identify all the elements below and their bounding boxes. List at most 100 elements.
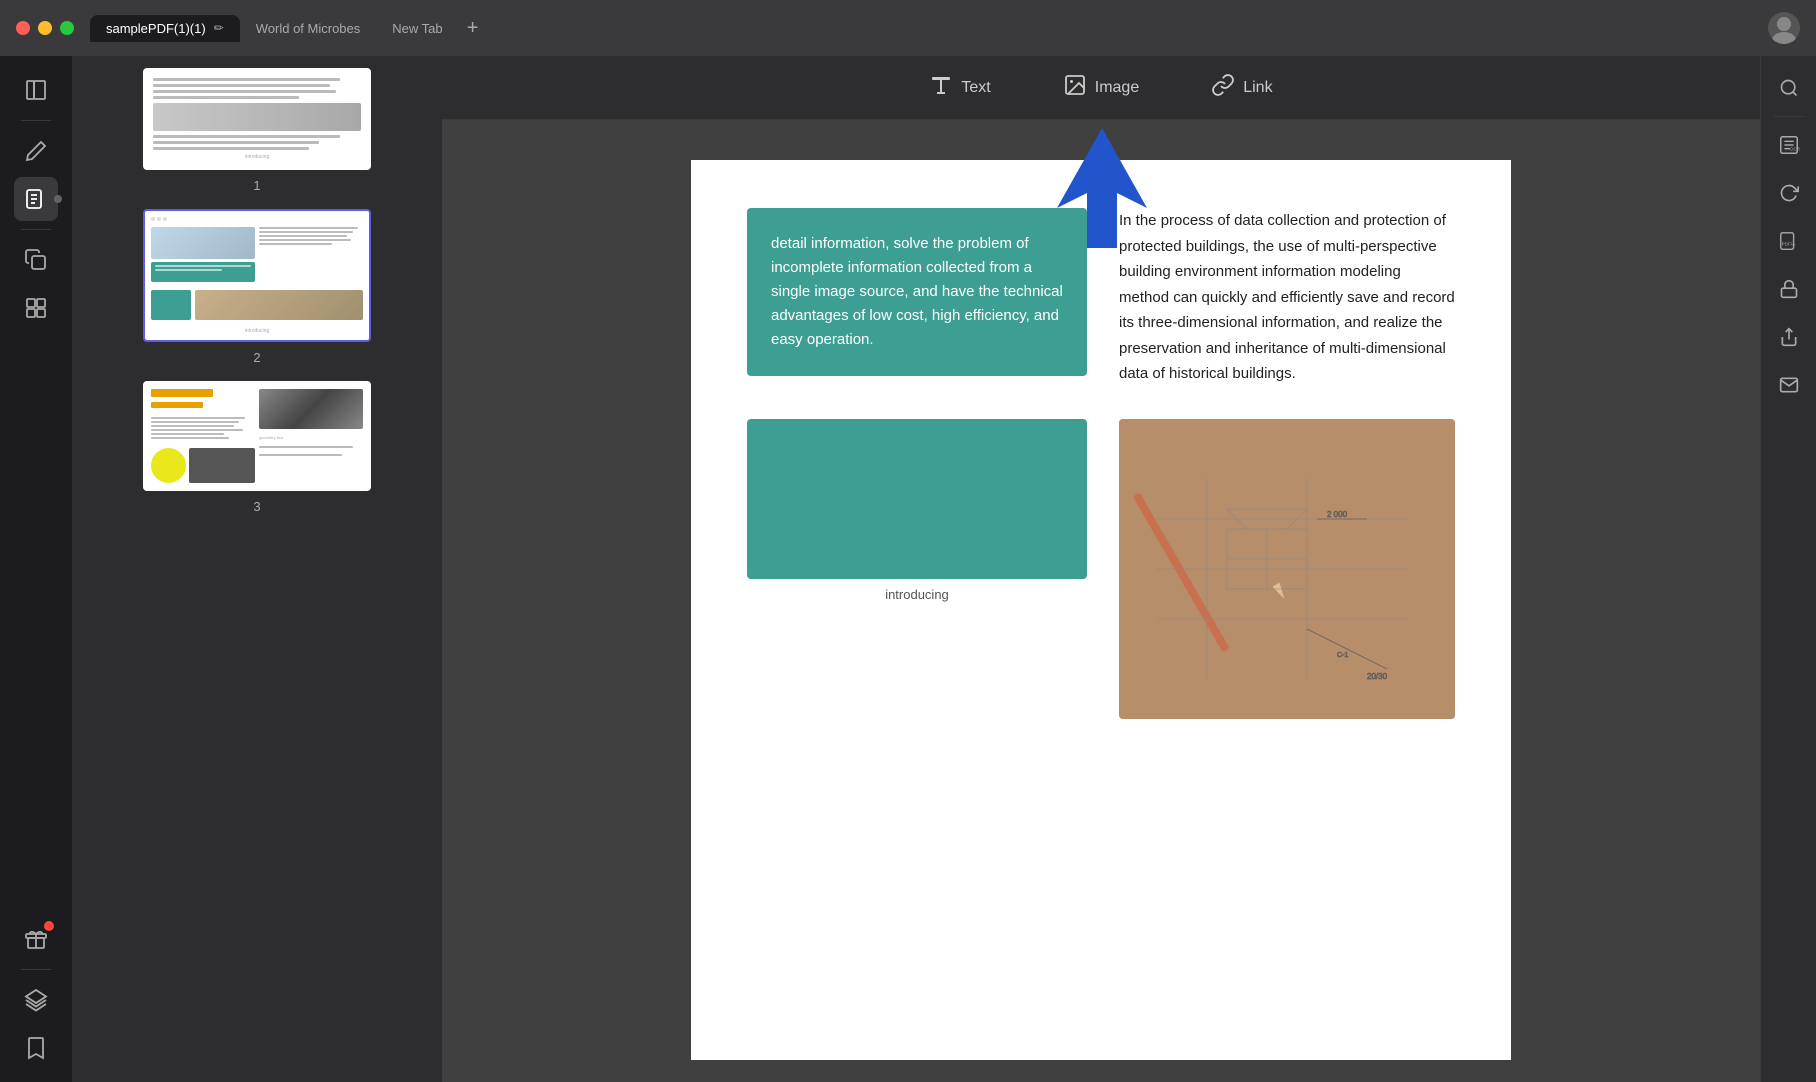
thumb-line — [259, 454, 342, 456]
title-bar: samplePDF(1)(1) ✏ World of Microbes New … — [0, 0, 1816, 56]
thumb-line — [153, 135, 340, 138]
svg-text:2 000: 2 000 — [1327, 510, 1348, 519]
rt-mail-button[interactable] — [1769, 365, 1809, 405]
pdf-page: detail information, solve the problem of… — [691, 160, 1511, 1060]
page-top-section: detail information, solve the problem of… — [747, 208, 1455, 387]
thumb-arch — [195, 290, 363, 320]
thumbnail-frame-2[interactable]: introducing — [143, 209, 371, 342]
sidebar-item-grid[interactable] — [14, 286, 58, 330]
link-button[interactable]: Link — [1191, 65, 1292, 111]
close-button[interactable] — [16, 21, 30, 35]
rt-pdf-a-button[interactable]: PDF/A — [1769, 221, 1809, 261]
sidebar — [0, 56, 72, 1082]
tab-new-label: New Tab — [392, 21, 442, 36]
sidebar-item-pen[interactable] — [14, 129, 58, 173]
thumb-text-block — [259, 227, 363, 245]
thumb-line — [259, 446, 353, 448]
thumb-teal — [151, 262, 255, 282]
sidebar-item-bookmark[interactable] — [14, 1026, 58, 1070]
info-text: In the process of data collection and pr… — [1119, 208, 1455, 387]
teal-content-box: detail information, solve the problem of… — [747, 208, 1087, 376]
thumb-text-line — [259, 235, 347, 237]
tab-pdf-label: samplePDF(1)(1) — [106, 21, 206, 36]
minimize-button[interactable] — [38, 21, 52, 35]
pdf-content: detail information, solve the problem of… — [442, 120, 1760, 1082]
blueprint-svg: 2 000 C-1 20/30 — [1119, 419, 1455, 719]
blue-arrow-icon — [1057, 128, 1147, 248]
thumb-circle — [151, 448, 186, 483]
edit-icon[interactable]: ✏ — [214, 21, 224, 35]
rt-search-button[interactable] — [1769, 68, 1809, 108]
thumb-monitor — [151, 227, 255, 259]
rt-share-button[interactable] — [1769, 317, 1809, 357]
toolbar: Text Image — [442, 56, 1760, 120]
sidebar-item-copy[interactable] — [14, 238, 58, 282]
content-area: Text Image — [442, 56, 1760, 1082]
rt-divider-1 — [1774, 116, 1804, 117]
tab-new[interactable]: New Tab — [376, 15, 458, 42]
svg-text:C-1: C-1 — [1337, 652, 1348, 659]
info-text-content: In the process of data collection and pr… — [1119, 208, 1455, 387]
image-button[interactable]: Image — [1043, 65, 1159, 111]
thumb-line — [151, 421, 239, 423]
tab-bar: samplePDF(1)(1) ✏ World of Microbes New … — [90, 14, 1768, 42]
thumb-line — [153, 141, 319, 144]
sidebar-divider-3 — [21, 969, 51, 970]
thumb-line — [151, 429, 243, 431]
introducing-label: introducing — [885, 587, 949, 602]
thumb-line — [151, 417, 245, 419]
thumbnail-label-2: 2 — [253, 350, 260, 365]
tab-pdf[interactable]: samplePDF(1)(1) ✏ — [90, 15, 240, 42]
thumb-line — [153, 84, 330, 87]
thumb-image — [153, 103, 361, 131]
thumb-line — [153, 78, 340, 81]
thumbnail-item-2: introducing 2 — [143, 209, 371, 365]
maximize-button[interactable] — [60, 21, 74, 35]
thumb-text-line — [259, 227, 358, 229]
thumb-text-line — [259, 239, 351, 241]
new-tab-button[interactable]: + — [459, 14, 487, 42]
avatar[interactable] — [1768, 12, 1800, 44]
arch-image-box: 2 000 C-1 20/30 — [1119, 419, 1455, 719]
thumbnail-label-3: 3 — [253, 499, 260, 514]
text-icon — [929, 73, 953, 103]
thumb-line — [153, 147, 309, 150]
sidebar-divider-2 — [21, 229, 51, 230]
thumb-wave — [259, 389, 363, 429]
thumbnail-item-3: geometry text 3 — [143, 381, 371, 514]
teal-bottom-box — [747, 419, 1087, 579]
sidebar-active-dot — [54, 195, 62, 203]
thumb-teal-text — [155, 265, 251, 267]
rt-ocr-button[interactable]: OCR — [1769, 125, 1809, 165]
image-button-label: Image — [1095, 79, 1139, 97]
sidebar-item-layers[interactable] — [14, 978, 58, 1022]
text-button-label: Text — [961, 79, 990, 97]
traffic-lights — [16, 21, 74, 35]
thumbnail-label-1: 1 — [253, 178, 260, 193]
thumb-line — [151, 425, 234, 427]
tab-microbes-label: World of Microbes — [256, 21, 361, 36]
image-icon — [1063, 73, 1087, 103]
text-button[interactable]: Text — [909, 65, 1010, 111]
thumbnail-frame-1[interactable]: introducing — [143, 68, 371, 170]
thumb-line — [153, 90, 336, 93]
thumb-teal-sq — [151, 290, 191, 320]
tab-microbes[interactable]: World of Microbes — [240, 15, 377, 42]
thumb-dot — [163, 217, 167, 221]
rt-refresh-button[interactable] — [1769, 173, 1809, 213]
thumbnail-frame-3[interactable]: geometry text — [143, 381, 371, 491]
thumb-line — [153, 96, 299, 99]
svg-text:PDF/A: PDF/A — [1781, 242, 1795, 247]
right-toolbar: OCR PDF/A — [1760, 56, 1816, 1082]
thumb-text-line — [259, 231, 353, 233]
sidebar-item-book[interactable] — [14, 68, 58, 112]
sidebar-item-pages[interactable] — [14, 177, 58, 221]
rt-lock-button[interactable] — [1769, 269, 1809, 309]
thumb-text-line — [259, 243, 332, 245]
thumbnail-panel: introducing 1 — [72, 56, 442, 1082]
svg-text:OCR: OCR — [1789, 147, 1799, 152]
sidebar-item-gift[interactable] — [14, 917, 58, 961]
thumb-title — [151, 389, 213, 397]
svg-text:20/30: 20/30 — [1367, 672, 1388, 681]
thumb-dot — [157, 217, 161, 221]
